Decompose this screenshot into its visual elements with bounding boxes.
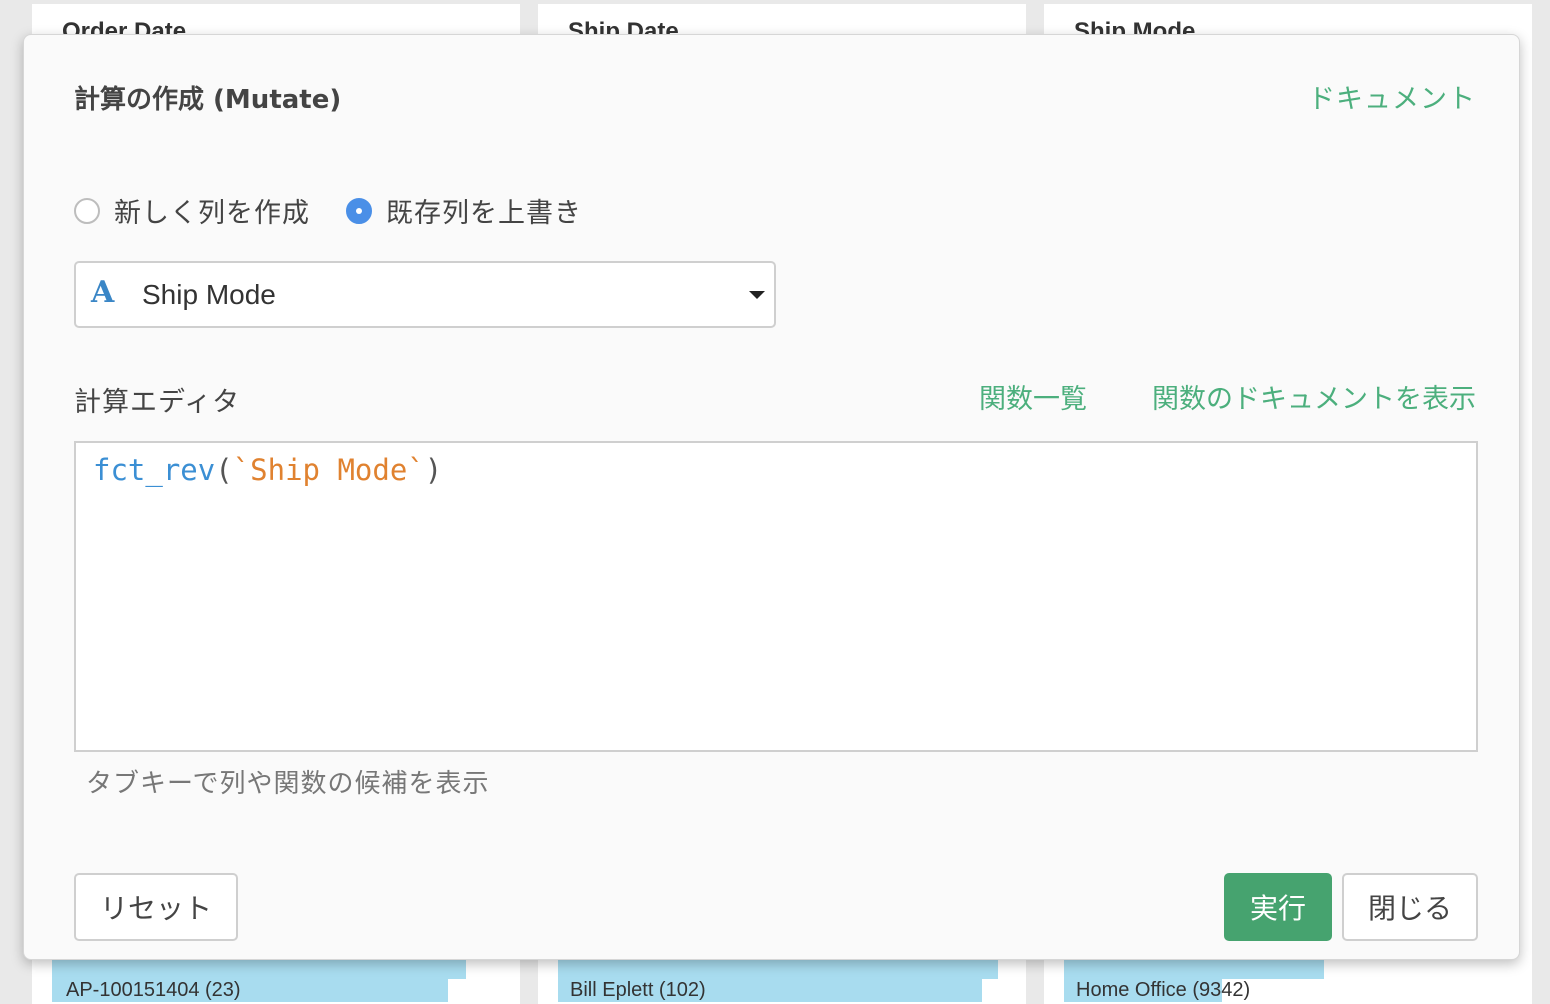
radio-label: 新しく列を作成 bbox=[114, 198, 310, 229]
radio-button-unchecked[interactable] bbox=[74, 197, 100, 224]
radio-new-column[interactable]: 新しく列を作成 bbox=[74, 191, 310, 230]
code-paren-open: ( bbox=[215, 453, 233, 487]
radio-overwrite-column[interactable]: 既存列を上書き bbox=[346, 191, 582, 230]
calculation-editor[interactable]: fct_rev(`Ship Mode`) bbox=[74, 441, 1478, 752]
column-select[interactable]: A Ship Mode bbox=[74, 261, 776, 328]
code-function: fct_rev bbox=[93, 453, 216, 487]
code-line: fct_rev(`Ship Mode`) bbox=[93, 453, 442, 487]
code-column-arg: `Ship Mode` bbox=[232, 453, 425, 487]
selected-column: Ship Mode bbox=[142, 279, 276, 310]
mode-radio-group: 新しく列を作成 既存列を上書き bbox=[74, 191, 618, 230]
dialog-title: 計算の作成 (Mutate) bbox=[74, 85, 342, 115]
radio-button-checked[interactable] bbox=[346, 197, 372, 224]
bar-label: Bill Eplett (102) bbox=[570, 979, 706, 1001]
function-doc-link[interactable]: 関数のドキュメントを表示 bbox=[1152, 377, 1476, 416]
function-list-link[interactable]: 関数一覧 bbox=[979, 377, 1087, 416]
character-type-icon: A bbox=[91, 275, 115, 310]
bar-label: Home Office (9342) bbox=[1076, 979, 1251, 1001]
run-button[interactable]: 実行 bbox=[1224, 873, 1332, 941]
mutate-dialog: 計算の作成 (Mutate) ドキュメント 新しく列を作成 既存列を上書き A … bbox=[23, 34, 1520, 960]
editor-label: 計算エディタ bbox=[74, 387, 241, 418]
chevron-down-icon bbox=[749, 291, 765, 299]
bar-label: AP-100151404 (23) bbox=[66, 979, 241, 1001]
documentation-link[interactable]: ドキュメント bbox=[1308, 77, 1476, 116]
editor-hint: タブキーで列や関数の候補を表示 bbox=[86, 769, 490, 799]
close-button[interactable]: 閉じる bbox=[1342, 873, 1478, 941]
reset-button[interactable]: リセット bbox=[74, 873, 238, 941]
radio-label: 既存列を上書き bbox=[386, 198, 582, 229]
code-paren-close: ) bbox=[424, 453, 443, 487]
